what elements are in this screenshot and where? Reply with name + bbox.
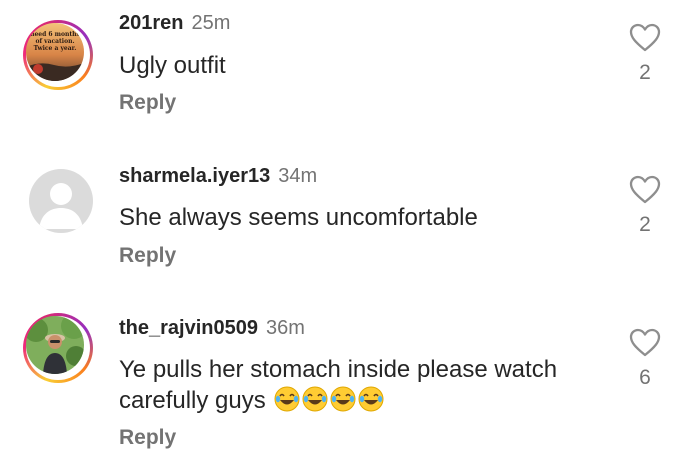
avatar[interactable] xyxy=(23,313,93,383)
timestamp: 36m xyxy=(265,317,305,339)
heart-outline-icon[interactable] xyxy=(629,23,661,53)
like-count: 2 xyxy=(639,61,651,84)
avatar-caption-line: need 6 months xyxy=(30,31,80,38)
reply-button[interactable]: Reply xyxy=(119,91,176,115)
avatar[interactable] xyxy=(29,169,93,233)
username[interactable]: 201ren 25m xyxy=(119,12,230,35)
emoji-group xyxy=(272,386,384,414)
heart-outline-icon[interactable] xyxy=(629,328,661,358)
avatar-caption-line: Twice a year. xyxy=(33,45,77,52)
default-avatar-icon xyxy=(39,183,83,229)
comment-text: Ye pulls her stomach inside please watch… xyxy=(119,354,609,420)
face-with-tears-of-joy-icon xyxy=(274,386,300,420)
avatar-caption-line: of vacation. xyxy=(35,38,75,45)
username-text[interactable]: 201ren xyxy=(119,12,184,34)
heart-outline-icon[interactable] xyxy=(629,175,661,205)
username-text[interactable]: sharmela.iyer13 xyxy=(119,165,270,187)
face-with-tears-of-joy-icon xyxy=(330,386,356,420)
reply-button[interactable]: Reply xyxy=(119,426,176,450)
comment-text: She always seems uncomfortable xyxy=(119,204,478,231)
username-text[interactable]: the_rajvin0509 xyxy=(119,317,258,339)
avatar[interactable]: need 6 months of vacation. Twice a year. xyxy=(23,20,93,90)
comment-text: Ugly outfit xyxy=(119,52,226,79)
face-with-tears-of-joy-icon xyxy=(358,386,384,420)
username[interactable]: the_rajvin0509 36m xyxy=(119,317,305,340)
reply-button[interactable]: Reply xyxy=(119,244,176,268)
like-count: 2 xyxy=(639,213,651,236)
timestamp: 25m xyxy=(191,12,231,34)
username[interactable]: sharmela.iyer13 34m xyxy=(119,165,317,188)
face-with-tears-of-joy-icon xyxy=(302,386,328,420)
timestamp: 34m xyxy=(278,165,318,187)
like-count: 6 xyxy=(639,366,651,389)
